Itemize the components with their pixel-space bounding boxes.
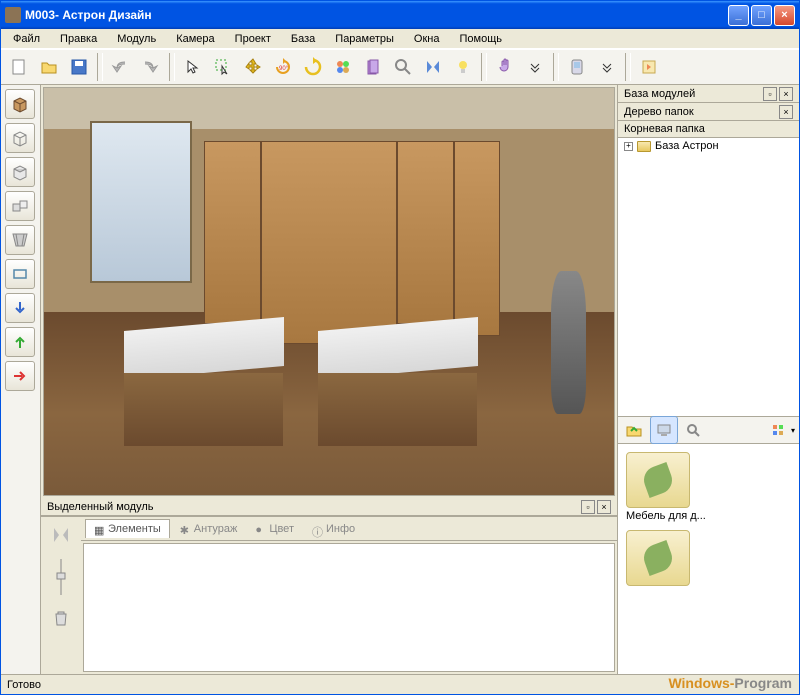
menu-help[interactable]: Помощь <box>451 31 510 47</box>
export-button[interactable] <box>635 53 663 81</box>
panel-dock-button[interactable]: ▫ <box>581 500 595 514</box>
right-panel: База модулей ▫ × Дерево папок × Корневая… <box>617 85 799 674</box>
undo-button[interactable] <box>107 53 135 81</box>
expand-icon[interactable]: + <box>624 142 633 151</box>
selected-module-panel-title: Выделенный модуль ▫ × <box>41 498 617 516</box>
tree-close-button[interactable]: × <box>779 105 793 119</box>
room-scene <box>44 88 614 495</box>
move-button[interactable] <box>239 53 267 81</box>
trash-icon[interactable] <box>53 609 69 627</box>
tree-view[interactable]: + База Астрон <box>618 138 799 416</box>
main-toolbar: 90° <box>1 49 799 85</box>
tool-arrow-right[interactable] <box>5 361 35 391</box>
tab-content <box>83 543 615 672</box>
tool-perspective[interactable] <box>5 225 35 255</box>
viewport-3d[interactable] <box>43 87 615 496</box>
browser-item[interactable] <box>626 530 706 588</box>
tool-multi-cube[interactable] <box>5 191 35 221</box>
tool-cube-solid[interactable] <box>5 89 35 119</box>
tool-arrow-down[interactable] <box>5 293 35 323</box>
menubar: Файл Правка Модуль Камера Проект База Па… <box>1 29 799 49</box>
redo-button[interactable] <box>137 53 165 81</box>
tree-root-header: Корневая папка <box>618 121 799 138</box>
menu-file[interactable]: Файл <box>5 31 48 47</box>
tree-panel-title: Дерево папок × <box>618 103 799 121</box>
close-button[interactable]: × <box>774 5 795 26</box>
tab-elements[interactable]: ▦Элементы <box>85 519 170 538</box>
menu-windows[interactable]: Окна <box>406 31 448 47</box>
module-panel: ▦Элементы ✱Антураж ●Цвет ⓘИнфо <box>41 516 617 674</box>
rotate-button[interactable] <box>299 53 327 81</box>
tab-info[interactable]: ⓘИнфо <box>304 520 363 538</box>
module-tabs: ▦Элементы ✱Антураж ●Цвет ⓘИнфо <box>81 517 617 541</box>
info-icon: ⓘ <box>312 524 322 534</box>
palette-button[interactable] <box>329 53 357 81</box>
slider-icon[interactable] <box>54 557 68 597</box>
menu-module[interactable]: Модуль <box>109 31 164 47</box>
panel-close-button[interactable]: × <box>597 500 611 514</box>
new-file-button[interactable] <box>5 53 33 81</box>
status-text: Готово <box>7 679 41 691</box>
circle-icon: ● <box>255 524 265 534</box>
up-folder-button[interactable] <box>620 416 648 444</box>
star-icon: ✱ <box>180 524 190 534</box>
menu-project[interactable]: Проект <box>227 31 279 47</box>
left-sidebar <box>1 85 41 674</box>
browser-item-label: Мебель для д... <box>626 510 706 522</box>
open-button[interactable] <box>35 53 63 81</box>
computer-button[interactable] <box>650 416 678 444</box>
pointer-button[interactable] <box>179 53 207 81</box>
folder-leaf-icon <box>626 530 690 586</box>
statusbar: Готово Windows-Program <box>1 674 799 694</box>
mirror-icon[interactable] <box>51 525 71 545</box>
tree-item[interactable]: + База Астрон <box>618 138 799 154</box>
grid-icon: ▦ <box>94 524 104 534</box>
door-button[interactable] <box>359 53 387 81</box>
tool-arrow-up[interactable] <box>5 327 35 357</box>
tab-color[interactable]: ●Цвет <box>247 520 302 538</box>
more-button[interactable] <box>521 53 549 81</box>
device-button[interactable] <box>563 53 591 81</box>
tool-cube-top[interactable] <box>5 157 35 187</box>
tool-cube-wire[interactable] <box>5 123 35 153</box>
modules-dock-button[interactable]: ▫ <box>763 87 777 101</box>
browser-toolbar: ▾ <box>618 416 799 444</box>
tool-rect[interactable] <box>5 259 35 289</box>
search-button[interactable] <box>680 416 708 444</box>
vase <box>551 271 585 413</box>
browser-item[interactable]: Мебель для д... <box>626 452 706 522</box>
select-area-button[interactable] <box>209 53 237 81</box>
watermark: Windows-Program <box>668 675 792 691</box>
light-button[interactable] <box>449 53 477 81</box>
modules-panel-title: База модулей ▫ × <box>618 85 799 103</box>
hand-button[interactable] <box>491 53 519 81</box>
rotate-90-button[interactable]: 90° <box>269 53 297 81</box>
maximize-button[interactable]: □ <box>751 5 772 26</box>
minimize-button[interactable]: _ <box>728 5 749 26</box>
view-mode-button[interactable]: ▾ <box>769 416 797 444</box>
svg-text:90°: 90° <box>279 66 289 72</box>
zoom-button[interactable] <box>389 53 417 81</box>
save-button[interactable] <box>65 53 93 81</box>
titlebar: М003- Астрон Дизайн _ □ × <box>1 1 799 29</box>
menu-base[interactable]: База <box>283 31 323 47</box>
menu-edit[interactable]: Правка <box>52 31 105 47</box>
folder-leaf-icon <box>626 452 690 508</box>
folder-icon <box>637 141 651 152</box>
window-title: М003- Астрон Дизайн <box>25 8 728 22</box>
modules-close-button[interactable]: × <box>779 87 793 101</box>
menu-params[interactable]: Параметры <box>327 31 402 47</box>
selected-module-label: Выделенный модуль <box>47 501 153 513</box>
mirror-button[interactable] <box>419 53 447 81</box>
tree-item-label: База Астрон <box>655 140 719 152</box>
menu-camera[interactable]: Камера <box>168 31 222 47</box>
browser-area[interactable]: Мебель для д... <box>618 444 799 674</box>
tab-entourage[interactable]: ✱Антураж <box>172 520 246 538</box>
more2-button[interactable] <box>593 53 621 81</box>
app-icon <box>5 7 21 23</box>
